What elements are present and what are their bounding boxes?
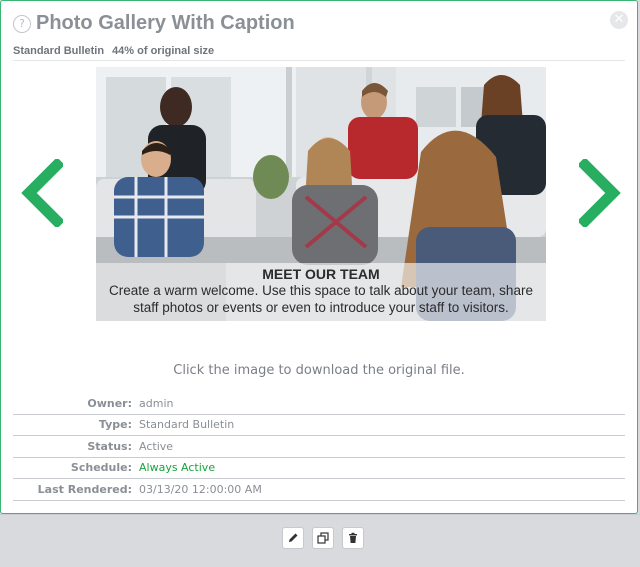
last-rendered-value: 03/13/20 12:00:00 AM xyxy=(139,482,262,496)
size-note: 44% of original size xyxy=(112,45,215,57)
caption-title: MEET OUR TEAM xyxy=(262,266,380,282)
detail-row-last-rendered: Last Rendered: 03/13/20 12:00:00 AM xyxy=(13,479,625,501)
caption-body: Create a warm welcome. Use this space to… xyxy=(109,283,533,315)
divider xyxy=(13,60,625,61)
dialog-subtitle: Standard Bulletin 44% of original size xyxy=(13,45,214,57)
schedule-label: Schedule: xyxy=(70,461,132,475)
edit-button[interactable] xyxy=(282,527,304,549)
chevron-right-icon xyxy=(577,157,621,229)
detail-row-type: Type: Standard Bulletin xyxy=(13,415,625,436)
type-label: Type: xyxy=(98,418,132,432)
delete-button[interactable] xyxy=(342,527,364,549)
bulletin-type-label: Standard Bulletin xyxy=(13,45,105,57)
copy-icon xyxy=(317,532,329,544)
download-hint: Click the image to download the original… xyxy=(173,363,465,378)
details-table: Owner: admin Type: Standard Bulletin Sta… xyxy=(13,393,625,501)
status-label: Status: xyxy=(87,439,132,453)
detail-row-status: Status: Active xyxy=(13,436,625,458)
next-slide-button[interactable] xyxy=(577,157,623,229)
detail-row-owner: Owner: admin xyxy=(13,393,625,415)
chevron-left-icon xyxy=(21,157,65,229)
copy-button[interactable] xyxy=(312,527,334,549)
last-rendered-label: Last Rendered: xyxy=(37,482,132,496)
detail-row-schedule: Schedule: Always Active xyxy=(13,458,625,479)
slide-image[interactable]: MEET OUR TEAM Create a warm welcome. Use… xyxy=(96,67,546,321)
dialog-title: Photo Gallery With Caption xyxy=(36,12,295,34)
type-value: Standard Bulletin xyxy=(139,418,235,432)
photo-gallery-dialog: ? Photo Gallery With Caption ✕ Standard … xyxy=(0,0,638,514)
slide-caption: MEET OUR TEAM Create a warm welcome. Use… xyxy=(96,263,546,321)
owner-label: Owner: xyxy=(87,396,132,410)
owner-value: admin xyxy=(139,396,174,410)
close-icon[interactable]: ✕ xyxy=(610,11,628,29)
footer-divider xyxy=(0,514,640,515)
pencil-icon xyxy=(289,533,298,542)
bulletin-toolbar xyxy=(282,527,364,549)
trash-icon xyxy=(349,532,357,543)
schedule-value: Always Active xyxy=(139,461,216,475)
help-icon[interactable]: ? xyxy=(13,15,31,33)
previous-slide-button[interactable] xyxy=(19,157,65,229)
status-value: Active xyxy=(139,439,174,453)
